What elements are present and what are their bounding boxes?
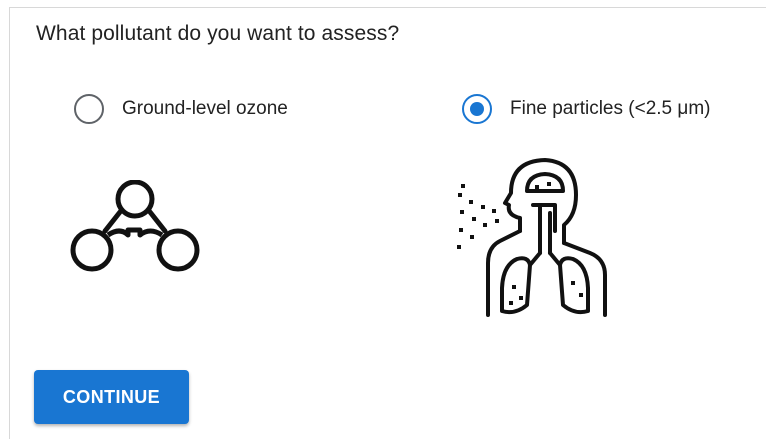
lung-particle-dots xyxy=(509,182,583,305)
option-label-fine-particles: Fine particles (<2.5 μm) xyxy=(510,98,711,119)
particle-dots xyxy=(457,184,499,249)
radio-fine-particles[interactable] xyxy=(462,94,492,124)
ozone-molecule-icon xyxy=(70,180,200,272)
continue-button[interactable]: CONTINUE xyxy=(34,370,189,424)
option-ground-level-ozone[interactable]: Ground-level ozone xyxy=(74,94,288,124)
question-heading: What pollutant do you want to assess? xyxy=(36,22,400,45)
option-label-ozone: Ground-level ozone xyxy=(122,98,288,119)
lungs-particles-icon xyxy=(457,158,607,317)
option-fine-particles[interactable]: Fine particles (<2.5 μm) xyxy=(462,94,710,124)
radio-ground-level-ozone[interactable] xyxy=(74,94,104,124)
pollutant-card: What pollutant do you want to assess? Gr… xyxy=(9,7,766,439)
